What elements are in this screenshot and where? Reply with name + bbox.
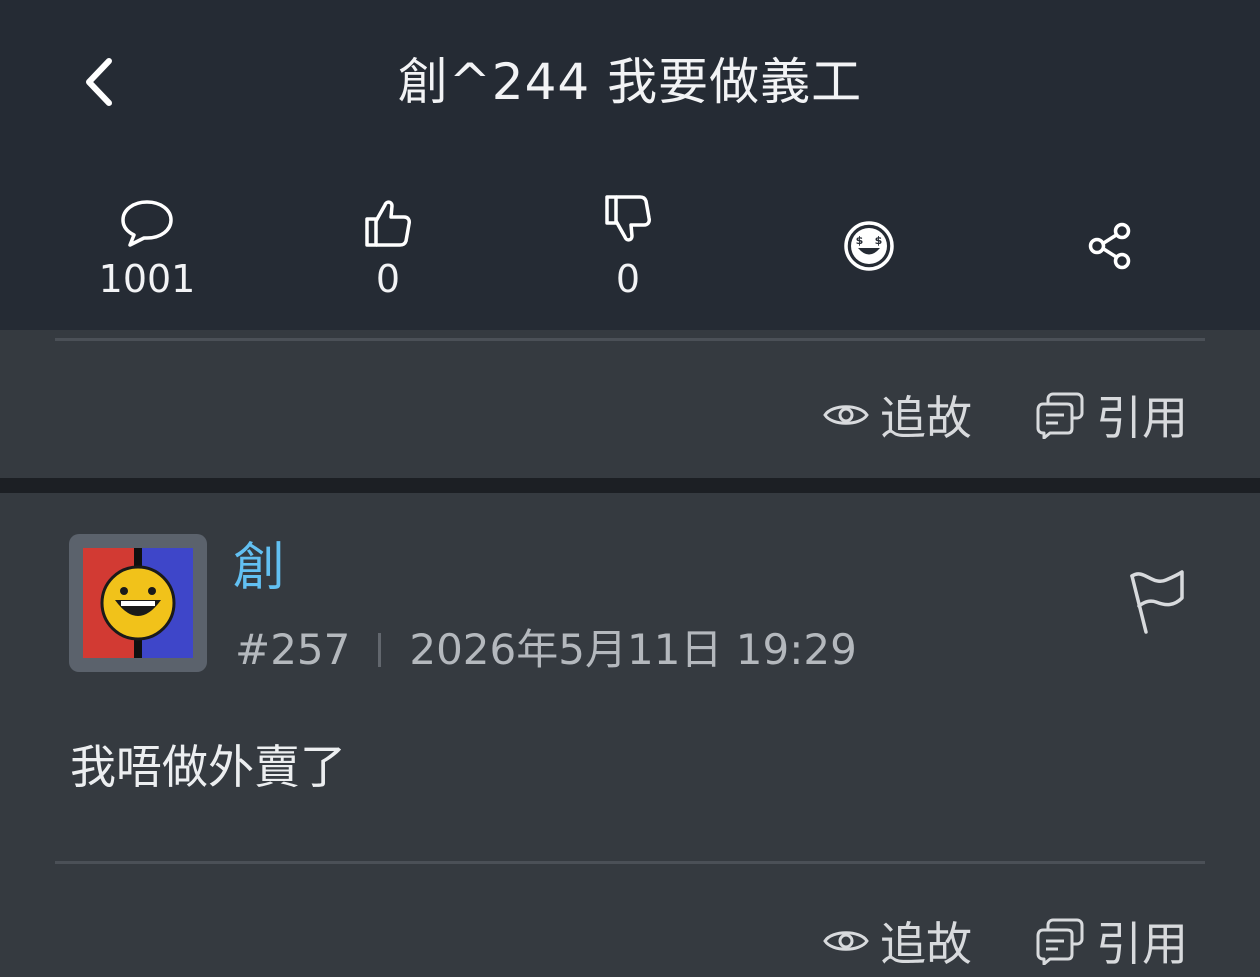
thumbs-up-icon	[365, 200, 411, 247]
follow-story-button[interactable]: 追故	[822, 908, 972, 974]
stats-bar: 1001 0 0 $ $	[0, 190, 1260, 310]
comment-count: 1001	[98, 257, 196, 301]
like-stat[interactable]: 0	[308, 190, 468, 302]
avatar[interactable]	[69, 534, 207, 672]
follow-story-button[interactable]: 追故	[822, 382, 972, 448]
share-stat[interactable]	[1030, 190, 1190, 302]
quote-label: 引用	[1096, 917, 1188, 971]
dislike-stat[interactable]: 0	[548, 190, 708, 302]
quote-icon	[1036, 392, 1084, 439]
post-content: 我唔做外賣了	[70, 740, 346, 794]
like-count: 0	[375, 257, 401, 301]
money-laugh-emoji-icon: $ $	[844, 221, 894, 271]
svg-text:$: $	[856, 234, 864, 247]
dislike-count: 0	[615, 257, 641, 301]
eye-icon	[823, 931, 869, 951]
post-timestamp: 2026年5月11日 19:29	[409, 625, 857, 674]
username[interactable]: 創	[233, 535, 285, 601]
post-meta: #257 2026年5月11日 19:29	[235, 622, 857, 678]
comment-icon	[121, 200, 173, 247]
previous-post-card: 追故 引用	[0, 330, 1260, 478]
flag-icon	[1130, 570, 1184, 634]
svg-text:$: $	[875, 234, 883, 247]
topic-header: 創^244 我要做義工 1001 0 0 $ $	[0, 0, 1260, 330]
divider	[55, 861, 1205, 864]
reaction-stat[interactable]: $ $	[789, 190, 949, 302]
quote-button[interactable]: 引用	[1034, 382, 1188, 448]
report-button[interactable]	[1126, 568, 1188, 638]
follow-story-label: 追故	[880, 917, 972, 971]
laughing-smiley-avatar-icon	[83, 548, 193, 658]
meta-separator	[378, 633, 382, 667]
divider	[55, 338, 1205, 341]
share-icon	[1088, 222, 1131, 270]
follow-story-label: 追故	[880, 391, 972, 445]
page-title: 創^244 我要做義工	[397, 53, 863, 111]
quote-button[interactable]: 引用	[1034, 908, 1188, 974]
floor-number: #257	[235, 625, 351, 674]
quote-label: 引用	[1096, 391, 1188, 445]
eye-icon	[823, 405, 869, 425]
comments-stat[interactable]: 1001	[67, 190, 227, 302]
thumbs-down-icon	[605, 195, 651, 242]
quote-icon	[1036, 918, 1084, 965]
